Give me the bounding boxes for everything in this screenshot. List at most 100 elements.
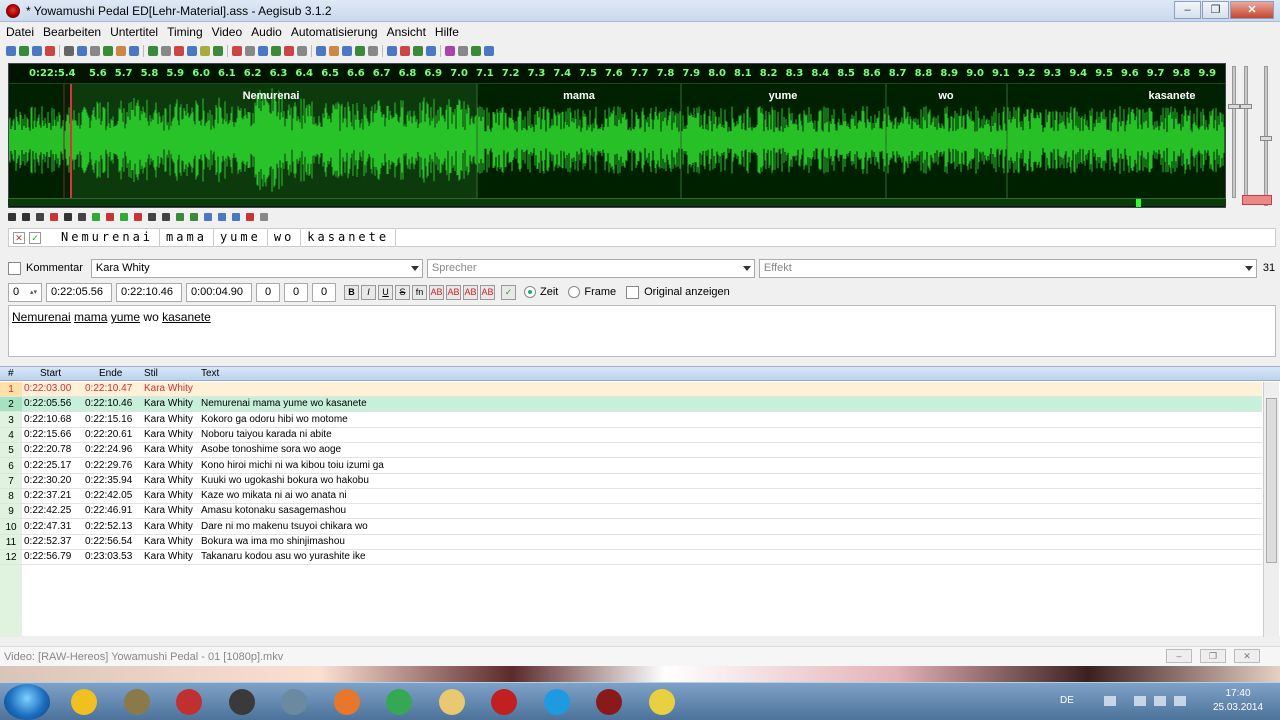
network-icon[interactable] bbox=[1134, 696, 1146, 706]
audio-toolbar-button-icon[interactable] bbox=[176, 213, 184, 221]
aegisub-icon[interactable] bbox=[589, 686, 629, 718]
toolbar-button-icon[interactable] bbox=[329, 46, 339, 56]
toolbar-button-icon[interactable] bbox=[45, 46, 55, 56]
tray-arrow-icon[interactable] bbox=[1104, 696, 1116, 706]
syllable-label[interactable]: kasanete bbox=[1148, 90, 1195, 102]
syllable-label[interactable]: Nemurenai bbox=[243, 90, 300, 102]
toolbar-button-icon[interactable] bbox=[458, 46, 468, 56]
time-radio[interactable] bbox=[524, 286, 536, 298]
toolbar-button-icon[interactable] bbox=[355, 46, 365, 56]
menu-bearbeiten[interactable]: Bearbeiten bbox=[43, 25, 101, 39]
menu-untertitel[interactable]: Untertitel bbox=[110, 25, 158, 39]
col-header-style[interactable]: Stil bbox=[144, 368, 158, 379]
audio-toolbar-button-icon[interactable] bbox=[218, 213, 226, 221]
karaoke-syllable[interactable]: mama bbox=[160, 229, 214, 246]
italic-button[interactable]: I bbox=[361, 284, 376, 300]
table-row[interactable]: 8 0:22:37.21 0:22:42.05 Kara Whity Kaze wo m… bbox=[0, 489, 1262, 505]
toolbar-button-icon[interactable] bbox=[342, 46, 352, 56]
menu-timing[interactable]: Timing bbox=[167, 25, 203, 39]
toolbar-button-icon[interactable] bbox=[413, 46, 423, 56]
video-minimize-button[interactable]: – bbox=[1166, 649, 1192, 663]
table-row[interactable]: 5 0:22:20.78 0:22:24.96 Kara Whity Asobe ton… bbox=[0, 443, 1262, 459]
filezilla-icon[interactable] bbox=[484, 686, 524, 718]
start-button[interactable] bbox=[4, 684, 50, 720]
menu-datei[interactable]: Datei bbox=[6, 25, 34, 39]
audio-toolbar-button-icon[interactable] bbox=[8, 213, 16, 221]
game-icon[interactable] bbox=[117, 686, 157, 718]
karaoke-cancel-icon[interactable]: ✕ bbox=[13, 231, 25, 244]
audio-toolbar-button-icon[interactable] bbox=[92, 213, 100, 221]
font-button[interactable]: fn bbox=[412, 284, 427, 300]
col-header-num[interactable]: # bbox=[8, 368, 14, 379]
volume-slider-thumb[interactable] bbox=[1240, 104, 1252, 109]
karaoke-syllable[interactable]: yume bbox=[214, 229, 268, 246]
maximize-button[interactable]: ❐ bbox=[1202, 1, 1229, 19]
toolbar-button-icon[interactable] bbox=[174, 46, 184, 56]
end-time-field[interactable]: 0:22:10.46 bbox=[116, 282, 182, 302]
toolbar-button-icon[interactable] bbox=[387, 46, 397, 56]
table-row[interactable]: 12 0:22:56.79 0:23:03.53 Kara Whity Takanaru… bbox=[0, 550, 1262, 566]
karaoke-accept-icon[interactable]: ✓ bbox=[29, 231, 41, 244]
toolbar-button-icon[interactable] bbox=[232, 46, 242, 56]
toolbar-button-icon[interactable] bbox=[245, 46, 255, 56]
video-restore-button[interactable]: ❐ bbox=[1200, 649, 1226, 663]
toolbar-button-icon[interactable] bbox=[271, 46, 281, 56]
audio-toolbar-button-icon[interactable] bbox=[50, 213, 58, 221]
audio-scrollbar[interactable] bbox=[8, 198, 1226, 207]
toolbar-button-icon[interactable] bbox=[64, 46, 74, 56]
table-row[interactable]: 11 0:22:52.37 0:22:56.54 Kara Whity Bokura w… bbox=[0, 535, 1262, 550]
effect-dropdown[interactable]: Effekt bbox=[758, 258, 1257, 278]
audio-toolbar-button-icon[interactable] bbox=[106, 213, 114, 221]
toolbar-button-icon[interactable] bbox=[316, 46, 326, 56]
audio-toolbar-button-icon[interactable] bbox=[204, 213, 212, 221]
actor-dropdown[interactable]: Sprecher bbox=[426, 258, 755, 278]
audio-toolbar-button-icon[interactable] bbox=[22, 213, 30, 221]
audio-scroll-position[interactable] bbox=[1136, 199, 1141, 207]
shadow-color-button[interactable]: AB bbox=[480, 284, 495, 300]
audio-toolbar-button-icon[interactable] bbox=[246, 213, 254, 221]
audio-display[interactable]: 0:22:5.4 5.6 5.7 5.8 5.9 6.0 6.1 6.2 6.3 6.4 6.5 6.… bbox=[8, 63, 1226, 208]
toolbar-button-icon[interactable] bbox=[200, 46, 210, 56]
volume-slider[interactable] bbox=[1244, 66, 1248, 198]
table-row[interactable]: 7 0:22:30.20 0:22:35.94 Kara Whity Kuuki wo … bbox=[0, 473, 1262, 489]
audio-lock-button[interactable] bbox=[1242, 195, 1272, 205]
menu-automatisierung[interactable]: Automatisierung bbox=[291, 25, 378, 39]
audio-toolbar-button-icon[interactable] bbox=[260, 213, 268, 221]
steam-icon[interactable] bbox=[222, 686, 262, 718]
audio-toolbar-button-icon[interactable] bbox=[36, 213, 44, 221]
show-original-checkbox[interactable] bbox=[626, 285, 640, 299]
bold-button[interactable]: B bbox=[344, 284, 359, 300]
margin-left-field[interactable]: 0 bbox=[256, 282, 280, 302]
toolbar-button-icon[interactable] bbox=[426, 46, 436, 56]
margin-right-field[interactable]: 0 bbox=[284, 282, 308, 302]
outline-color-button[interactable]: AB bbox=[463, 284, 478, 300]
commit-check-icon[interactable]: ✓ bbox=[501, 284, 516, 300]
margin-vertical-field[interactable]: 0 bbox=[312, 282, 336, 302]
toolbar-button-icon[interactable] bbox=[284, 46, 294, 56]
comment-checkbox[interactable] bbox=[8, 261, 21, 275]
layer-spin[interactable]: 0 ▴▾ bbox=[8, 282, 42, 302]
skype-icon[interactable] bbox=[537, 686, 577, 718]
toolbar-button-icon[interactable] bbox=[484, 46, 494, 56]
strikeout-button[interactable]: S bbox=[395, 284, 410, 300]
syllable-label[interactable]: mama bbox=[563, 90, 595, 102]
audio-toolbar-button-icon[interactable] bbox=[134, 213, 142, 221]
audio-toolbar-button-icon[interactable] bbox=[162, 213, 170, 221]
toolbar-button-icon[interactable] bbox=[19, 46, 29, 56]
menu-ansicht[interactable]: Ansicht bbox=[387, 25, 426, 39]
chat-icon[interactable] bbox=[642, 686, 682, 718]
grid-scroll-thumb[interactable] bbox=[1266, 398, 1277, 563]
toolbar-button-icon[interactable] bbox=[258, 46, 268, 56]
minimize-button[interactable]: – bbox=[1174, 1, 1201, 19]
table-row[interactable]: 6 0:22:25.17 0:22:29.76 Kara Whity Kono hiro… bbox=[0, 458, 1262, 474]
toolbar-button-icon[interactable] bbox=[400, 46, 410, 56]
volume-icon[interactable] bbox=[1154, 696, 1166, 706]
audio-toolbar-button-icon[interactable] bbox=[190, 213, 198, 221]
toolbar-button-icon[interactable] bbox=[103, 46, 113, 56]
menu-audio[interactable]: Audio bbox=[251, 25, 282, 39]
explorer-icon[interactable] bbox=[432, 686, 472, 718]
close-button[interactable]: ✕ bbox=[1230, 1, 1274, 19]
video-close-button[interactable]: ✕ bbox=[1234, 649, 1260, 663]
audio-app-icon[interactable] bbox=[274, 686, 314, 718]
audio-toolbar-button-icon[interactable] bbox=[148, 213, 156, 221]
